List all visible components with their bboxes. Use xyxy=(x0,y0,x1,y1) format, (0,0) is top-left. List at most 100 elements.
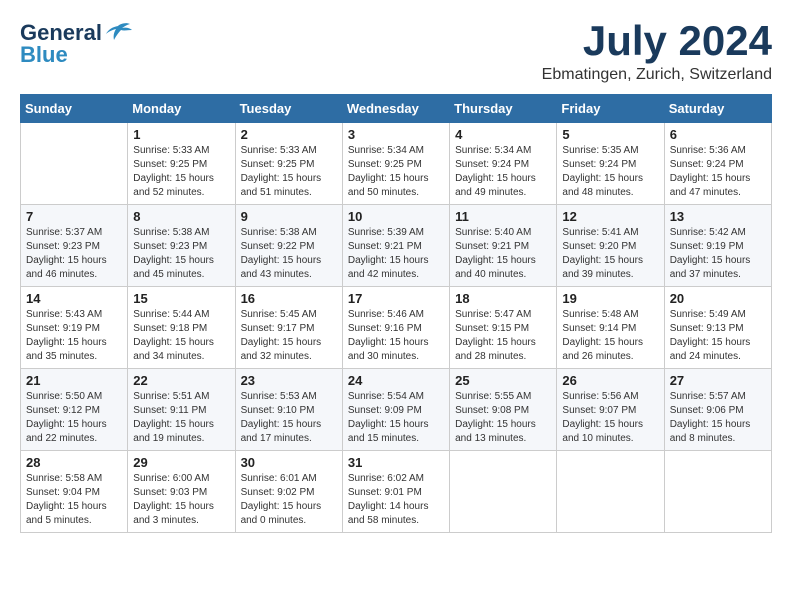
sunrise-text: Sunrise: 5:53 AM xyxy=(241,390,337,404)
calendar-cell: 29Sunrise: 6:00 AMSunset: 9:03 PMDayligh… xyxy=(128,451,235,533)
sunrise-text: Sunrise: 5:33 AM xyxy=(241,144,337,158)
sunrise-text: Sunrise: 5:41 AM xyxy=(562,226,658,240)
sunset-text: Sunset: 9:24 PM xyxy=(455,158,551,172)
day-info: Sunrise: 5:37 AMSunset: 9:23 PMDaylight:… xyxy=(26,226,122,282)
weekday-header-tuesday: Tuesday xyxy=(235,95,342,123)
day-info: Sunrise: 5:43 AMSunset: 9:19 PMDaylight:… xyxy=(26,308,122,364)
day-number: 14 xyxy=(26,291,122,306)
daylight-text: Daylight: 15 hours and 32 minutes. xyxy=(241,336,337,364)
weekday-header-friday: Friday xyxy=(557,95,664,123)
sunrise-text: Sunrise: 5:33 AM xyxy=(133,144,229,158)
daylight-text: Daylight: 15 hours and 39 minutes. xyxy=(562,254,658,282)
sunrise-text: Sunrise: 5:45 AM xyxy=(241,308,337,322)
daylight-text: Daylight: 15 hours and 22 minutes. xyxy=(26,418,122,446)
day-number: 19 xyxy=(562,291,658,306)
day-number: 24 xyxy=(348,373,444,388)
day-number: 16 xyxy=(241,291,337,306)
header: General Blue July 2024 Ebmatingen, Zuric… xyxy=(20,20,772,84)
day-info: Sunrise: 5:33 AMSunset: 9:25 PMDaylight:… xyxy=(133,144,229,200)
sunset-text: Sunset: 9:24 PM xyxy=(670,158,766,172)
sunrise-text: Sunrise: 5:48 AM xyxy=(562,308,658,322)
day-number: 15 xyxy=(133,291,229,306)
weekday-header-monday: Monday xyxy=(128,95,235,123)
day-number: 5 xyxy=(562,127,658,142)
day-info: Sunrise: 5:34 AMSunset: 9:24 PMDaylight:… xyxy=(455,144,551,200)
sunrise-text: Sunrise: 5:40 AM xyxy=(455,226,551,240)
day-info: Sunrise: 5:39 AMSunset: 9:21 PMDaylight:… xyxy=(348,226,444,282)
sunrise-text: Sunrise: 5:43 AM xyxy=(26,308,122,322)
day-number: 6 xyxy=(670,127,766,142)
daylight-text: Daylight: 15 hours and 45 minutes. xyxy=(133,254,229,282)
month-year-title: July 2024 xyxy=(542,20,772,62)
sunrise-text: Sunrise: 6:00 AM xyxy=(133,472,229,486)
sunset-text: Sunset: 9:01 PM xyxy=(348,486,444,500)
calendar-cell: 30Sunrise: 6:01 AMSunset: 9:02 PMDayligh… xyxy=(235,451,342,533)
daylight-text: Daylight: 15 hours and 47 minutes. xyxy=(670,172,766,200)
calendar-cell: 19 Sunrise: 5:48 AMSunset: 9:14 PMDayligh… xyxy=(557,287,664,369)
daylight-text: Daylight: 15 hours and 50 minutes. xyxy=(348,172,444,200)
day-info: Sunrise: 5:46 AMSunset: 9:16 PMDaylight:… xyxy=(348,308,444,364)
sunset-text: Sunset: 9:15 PM xyxy=(455,322,551,336)
day-number: 20 xyxy=(670,291,766,306)
daylight-text: Daylight: 15 hours and 40 minutes. xyxy=(455,254,551,282)
day-number: 28 xyxy=(26,455,122,470)
sunset-text: Sunset: 9:02 PM xyxy=(241,486,337,500)
title-section: July 2024 Ebmatingen, Zurich, Switzerlan… xyxy=(542,20,772,84)
day-number: 7 xyxy=(26,209,122,224)
sunset-text: Sunset: 9:17 PM xyxy=(241,322,337,336)
day-info: Sunrise: 5:34 AMSunset: 9:25 PMDaylight:… xyxy=(348,144,444,200)
calendar-table: SundayMondayTuesdayWednesdayThursdayFrid… xyxy=(20,94,772,533)
day-info: Sunrise: 5:49 AMSunset: 9:13 PMDaylight:… xyxy=(670,308,766,364)
sunrise-text: Sunrise: 5:37 AM xyxy=(26,226,122,240)
daylight-text: Daylight: 15 hours and 49 minutes. xyxy=(455,172,551,200)
calendar-cell: 13Sunrise: 5:42 AMSunset: 9:19 PMDayligh… xyxy=(664,205,771,287)
day-number: 1 xyxy=(133,127,229,142)
daylight-text: Daylight: 15 hours and 28 minutes. xyxy=(455,336,551,364)
sunrise-text: Sunrise: 6:01 AM xyxy=(241,472,337,486)
calendar-cell: 20 Sunrise: 5:49 AMSunset: 9:13 PMDayligh… xyxy=(664,287,771,369)
calendar-cell: 5Sunrise: 5:35 AMSunset: 9:24 PMDaylight… xyxy=(557,123,664,205)
sunrise-text: Sunrise: 5:50 AM xyxy=(26,390,122,404)
day-number: 12 xyxy=(562,209,658,224)
sunrise-text: Sunrise: 5:36 AM xyxy=(670,144,766,158)
sunset-text: Sunset: 9:16 PM xyxy=(348,322,444,336)
sunset-text: Sunset: 9:21 PM xyxy=(455,240,551,254)
calendar-cell: 31Sunrise: 6:02 AMSunset: 9:01 PMDayligh… xyxy=(342,451,449,533)
sunrise-text: Sunrise: 6:02 AM xyxy=(348,472,444,486)
sunset-text: Sunset: 9:25 PM xyxy=(241,158,337,172)
sunset-text: Sunset: 9:19 PM xyxy=(26,322,122,336)
sunset-text: Sunset: 9:07 PM xyxy=(562,404,658,418)
day-info: Sunrise: 5:51 AMSunset: 9:11 PMDaylight:… xyxy=(133,390,229,446)
day-number: 30 xyxy=(241,455,337,470)
day-info: Sunrise: 5:38 AMSunset: 9:23 PMDaylight:… xyxy=(133,226,229,282)
calendar-cell: 17Sunrise: 5:46 AMSunset: 9:16 PMDayligh… xyxy=(342,287,449,369)
day-number: 11 xyxy=(455,209,551,224)
day-info: Sunrise: 6:02 AMSunset: 9:01 PMDaylight:… xyxy=(348,472,444,528)
calendar-cell: 12Sunrise: 5:41 AMSunset: 9:20 PMDayligh… xyxy=(557,205,664,287)
day-number: 23 xyxy=(241,373,337,388)
daylight-text: Daylight: 15 hours and 13 minutes. xyxy=(455,418,551,446)
day-info: Sunrise: 5:55 AMSunset: 9:08 PMDaylight:… xyxy=(455,390,551,446)
day-info: Sunrise: 5:48 AMSunset: 9:14 PMDaylight:… xyxy=(562,308,658,364)
sunrise-text: Sunrise: 5:35 AM xyxy=(562,144,658,158)
calendar-cell: 26Sunrise: 5:56 AMSunset: 9:07 PMDayligh… xyxy=(557,369,664,451)
day-number: 13 xyxy=(670,209,766,224)
calendar-cell: 16 Sunrise: 5:45 AMSunset: 9:17 PMDayligh… xyxy=(235,287,342,369)
sunrise-text: Sunrise: 5:38 AM xyxy=(241,226,337,240)
sunrise-text: Sunrise: 5:58 AM xyxy=(26,472,122,486)
sunset-text: Sunset: 9:21 PM xyxy=(348,240,444,254)
day-info: Sunrise: 5:45 AMSunset: 9:17 PMDaylight:… xyxy=(241,308,337,364)
day-info: Sunrise: 5:36 AMSunset: 9:24 PMDaylight:… xyxy=(670,144,766,200)
calendar-cell: 14 Sunrise: 5:43 AMSunset: 9:19 PMDayligh… xyxy=(21,287,128,369)
daylight-text: Daylight: 15 hours and 17 minutes. xyxy=(241,418,337,446)
weekday-header-thursday: Thursday xyxy=(450,95,557,123)
daylight-text: Daylight: 15 hours and 35 minutes. xyxy=(26,336,122,364)
calendar-cell: 24Sunrise: 5:54 AMSunset: 9:09 PMDayligh… xyxy=(342,369,449,451)
sunrise-text: Sunrise: 5:55 AM xyxy=(455,390,551,404)
day-info: Sunrise: 5:40 AMSunset: 9:21 PMDaylight:… xyxy=(455,226,551,282)
daylight-text: Daylight: 15 hours and 48 minutes. xyxy=(562,172,658,200)
day-number: 4 xyxy=(455,127,551,142)
calendar-cell: 11 Sunrise: 5:40 AMSunset: 9:21 PMDayligh… xyxy=(450,205,557,287)
calendar-cell: 1 Sunrise: 5:33 AMSunset: 9:25 PMDaylight… xyxy=(128,123,235,205)
day-info: Sunrise: 5:44 AMSunset: 9:18 PMDaylight:… xyxy=(133,308,229,364)
